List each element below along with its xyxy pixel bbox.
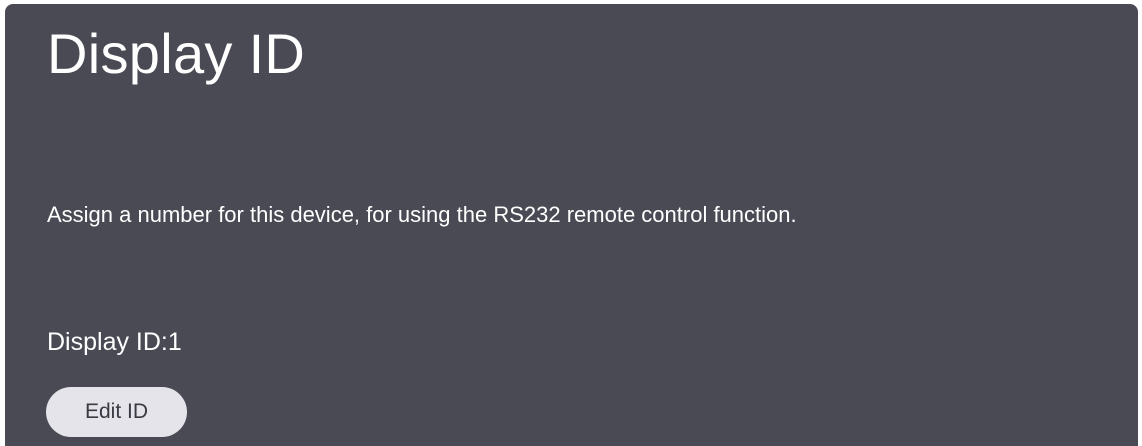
display-id-panel: Display ID Assign a number for this devi… xyxy=(5,4,1138,446)
current-display-id: Display ID:1 xyxy=(47,328,182,356)
edit-id-button[interactable]: Edit ID xyxy=(46,387,187,437)
description-text: Assign a number for this device, for usi… xyxy=(47,202,797,227)
page-title: Display ID xyxy=(47,22,306,85)
